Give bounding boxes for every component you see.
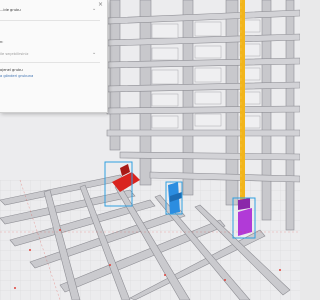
panel-line-3[interactable]: ile seçebilirsiniz <box>0 52 28 56</box>
purple-element[interactable] <box>238 198 252 236</box>
panel-line-5[interactable]: a gönderi grubuna <box>0 74 33 78</box>
panel-divider <box>0 20 100 21</box>
panel-line-4[interactable]: ojenel grubu <box>0 68 23 72</box>
close-icon[interactable]: × <box>98 1 103 8</box>
chevron-down-icon[interactable]: ⌄ <box>92 6 96 12</box>
chevron-down-icon-2[interactable]: ⌄ <box>92 50 96 56</box>
panel-line-1: ...ide grubu <box>0 8 21 12</box>
panel-line-2: n: <box>0 40 4 44</box>
highlighted-column[interactable] <box>240 0 245 200</box>
panel-divider-2 <box>0 62 100 63</box>
properties-panel[interactable]: × ...ide grubu ⌄ n: ile seçebilirsiniz ⌄… <box>0 0 108 113</box>
